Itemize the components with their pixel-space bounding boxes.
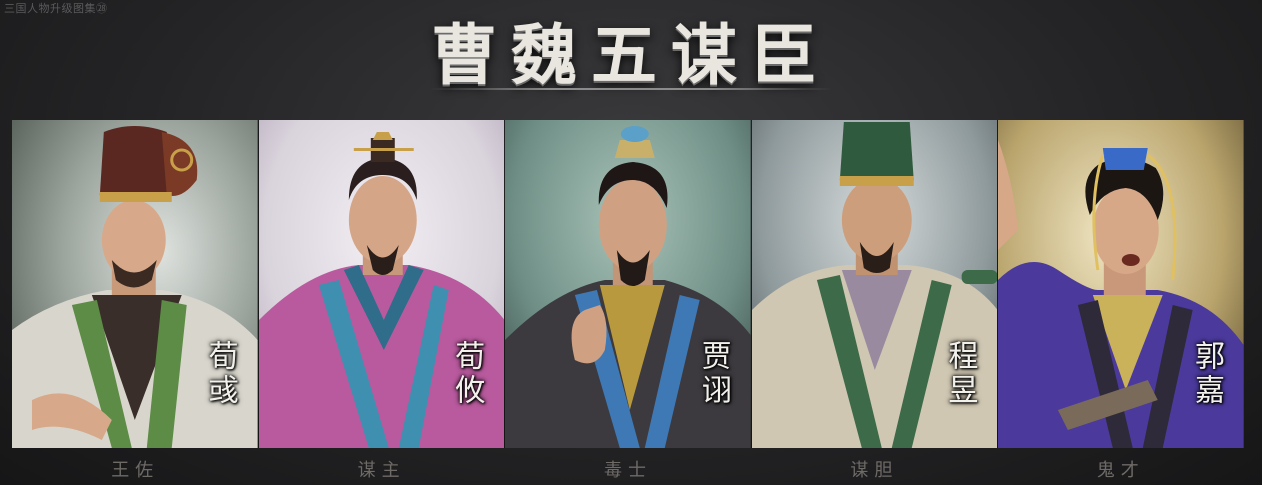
advisor-name: 荀彧 (202, 340, 238, 408)
advisor-caption-cheng-yu: 谋胆 (850, 460, 899, 481)
advisor-card-xun-yu: 荀彧 (12, 120, 259, 448)
advisor-name: 贾诩 (695, 340, 731, 408)
advisor-gallery: 荀彧 荀攸 贾诩 程昱 郭嘉 (12, 120, 1244, 448)
advisor-name: 郭嘉 (1188, 340, 1224, 408)
advisor-caption-xun-yu: 王佐 (111, 460, 160, 481)
title-divider (430, 88, 832, 90)
advisor-card-cheng-yu: 程昱 (751, 120, 999, 448)
advisor-card-jia-xu: 贾诩 (505, 120, 752, 448)
advisor-card-xun-you: 荀攸 (258, 120, 506, 448)
advisor-card-guo-jia: 郭嘉 (998, 120, 1244, 448)
advisor-caption-guo-jia: 鬼才 (1096, 460, 1145, 481)
advisor-caption-xun-you: 谋主 (357, 460, 406, 481)
advisor-caption-jia-xu: 毒士 (603, 460, 652, 481)
advisor-name: 程昱 (942, 340, 978, 408)
page-title: 曹魏五谋臣 (431, 16, 831, 94)
advisor-name: 荀攸 (449, 340, 485, 408)
